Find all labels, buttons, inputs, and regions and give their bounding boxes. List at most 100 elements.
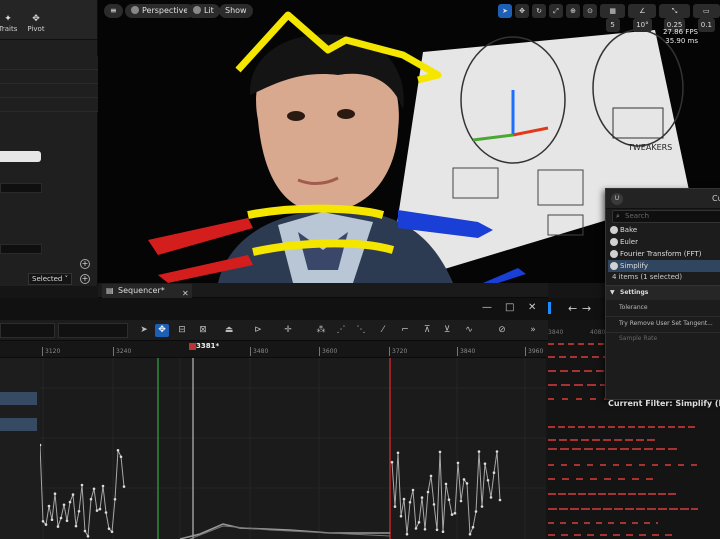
curve-key[interactable] xyxy=(68,500,72,504)
curve-key[interactable] xyxy=(438,450,442,454)
more-icon[interactable]: » xyxy=(526,324,540,337)
curve-key[interactable] xyxy=(402,497,406,501)
forward-arrow-icon[interactable]: → xyxy=(582,302,591,315)
curve-key[interactable] xyxy=(86,535,90,538)
curve-key[interactable] xyxy=(92,487,96,491)
curve-filter-field[interactable] xyxy=(58,323,128,338)
filter-item-simplify[interactable]: Simplify xyxy=(608,260,720,272)
curve-key[interactable] xyxy=(122,485,126,488)
curve-key[interactable] xyxy=(486,479,490,482)
track-keys[interactable] xyxy=(548,426,698,428)
curve-key[interactable] xyxy=(450,513,454,516)
transform-keys-icon[interactable]: ✥ xyxy=(155,324,169,337)
curve-key[interactable] xyxy=(435,528,439,532)
curve-key[interactable] xyxy=(110,530,114,534)
curve-key[interactable] xyxy=(468,533,472,536)
curve-graph[interactable] xyxy=(40,358,546,539)
curve-key[interactable] xyxy=(116,449,120,452)
settings-section-header[interactable]: ▼ Settings xyxy=(606,286,720,300)
tree-item[interactable] xyxy=(0,418,37,431)
curve-key[interactable] xyxy=(59,516,63,520)
straighten-icon[interactable]: ⊻ xyxy=(440,324,454,337)
camera-speed-button[interactable]: ▭ 0.1 xyxy=(692,4,720,32)
selected-dropdown[interactable]: Selected ˅ xyxy=(28,273,72,285)
lit-button[interactable]: Lit xyxy=(187,4,220,18)
curve-key[interactable] xyxy=(62,503,66,507)
curve-key[interactable] xyxy=(477,450,481,453)
frame-icon[interactable]: ⊳ xyxy=(251,324,265,337)
pivot-tool[interactable]: ✥ Pivot xyxy=(21,14,51,33)
scale-snap-button[interactable]: ⤡ 0.25 xyxy=(659,4,690,32)
traits-tool[interactable]: ✦ Traits xyxy=(0,14,23,33)
property-field[interactable] xyxy=(0,183,42,193)
track-keys[interactable] xyxy=(548,493,678,495)
multi-scale-icon[interactable]: ⊠ xyxy=(196,324,210,337)
curve-key[interactable] xyxy=(480,505,484,508)
curve-key[interactable] xyxy=(65,519,69,522)
perspective-button[interactable]: Perspective xyxy=(125,4,195,18)
track-keys[interactable] xyxy=(548,464,698,466)
track-keys[interactable] xyxy=(548,508,698,510)
curve-key[interactable] xyxy=(89,497,93,501)
curve-key[interactable] xyxy=(44,523,48,526)
axis-move-icon[interactable]: ✛ xyxy=(281,324,295,337)
curve-key[interactable] xyxy=(426,490,430,494)
noisy-curve-right[interactable] xyxy=(390,450,502,536)
curve-key[interactable] xyxy=(453,511,457,515)
curve-key[interactable] xyxy=(492,471,496,474)
curve-key[interactable] xyxy=(408,501,412,504)
curve-key[interactable] xyxy=(465,482,469,485)
move-tool-icon[interactable]: ✥ xyxy=(515,4,529,18)
curve-key[interactable] xyxy=(83,529,87,533)
surface-snap-icon[interactable]: ⊙ xyxy=(583,4,597,18)
tangent-auto-icon[interactable]: ⁂ xyxy=(314,324,328,337)
curve-key[interactable] xyxy=(459,499,463,503)
remove-tangent-property[interactable]: Try Remove User Set Tangent... xyxy=(619,320,713,327)
curve-view-icon[interactable]: ⊘ xyxy=(495,324,509,337)
white-value-field[interactable] xyxy=(0,151,41,162)
filter-search-input[interactable]: ⌕ Search xyxy=(612,210,720,223)
curve-key[interactable] xyxy=(432,503,436,506)
add-icon[interactable]: + xyxy=(80,259,90,269)
filter-item-fft[interactable]: Fourier Transform (FFT) xyxy=(608,248,720,260)
curve-key[interactable] xyxy=(396,451,400,455)
curve-key[interactable] xyxy=(474,510,478,513)
curve-key[interactable] xyxy=(80,483,84,487)
curve-segment[interactable] xyxy=(40,444,125,538)
filter-item-euler[interactable]: Euler xyxy=(608,236,720,248)
timeline-ruler[interactable]: 3120 3240 3480 3600 3720 3840 3960 3381* xyxy=(0,341,546,358)
curve-key[interactable] xyxy=(471,525,475,529)
curve-key[interactable] xyxy=(423,528,427,531)
curve-key[interactable] xyxy=(495,450,499,453)
curve-key[interactable] xyxy=(113,498,117,501)
tolerance-property[interactable]: Tolerance xyxy=(619,304,648,311)
snap-icon[interactable]: ⏏ xyxy=(222,324,236,337)
retime-icon[interactable]: ⊟ xyxy=(175,324,189,337)
curve-key[interactable] xyxy=(74,524,78,528)
back-arrow-icon[interactable]: ← xyxy=(568,302,577,315)
curve-key[interactable] xyxy=(50,518,54,521)
grid-snap-button[interactable]: ▦ 5 xyxy=(600,4,626,32)
show-button[interactable]: Show xyxy=(219,4,253,18)
playhead-marker[interactable] xyxy=(189,343,196,350)
track-keys[interactable] xyxy=(548,439,658,441)
tangent-constant-icon[interactable]: ⌐ xyxy=(398,324,412,337)
world-space-icon[interactable]: ⊕ xyxy=(566,4,580,18)
angle-snap-button[interactable]: ∠ 10° xyxy=(628,4,657,32)
tree-item[interactable] xyxy=(0,392,37,405)
curve-key[interactable] xyxy=(104,511,108,514)
curve-key[interactable] xyxy=(95,509,99,512)
track-keys[interactable] xyxy=(548,522,658,524)
curve-key[interactable] xyxy=(447,498,451,501)
curve-key[interactable] xyxy=(77,510,81,513)
curve-key[interactable] xyxy=(456,461,460,465)
curve-key[interactable] xyxy=(441,530,445,533)
curve-key[interactable] xyxy=(56,525,60,528)
curve-key[interactable] xyxy=(40,443,42,447)
curve-key[interactable] xyxy=(98,507,102,511)
curve-key[interactable] xyxy=(414,527,418,530)
tangent-user-icon[interactable]: ⋰ xyxy=(334,324,348,337)
curve-key[interactable] xyxy=(47,504,51,508)
track-keys[interactable] xyxy=(548,534,678,536)
smooth-curve[interactable] xyxy=(179,523,390,539)
